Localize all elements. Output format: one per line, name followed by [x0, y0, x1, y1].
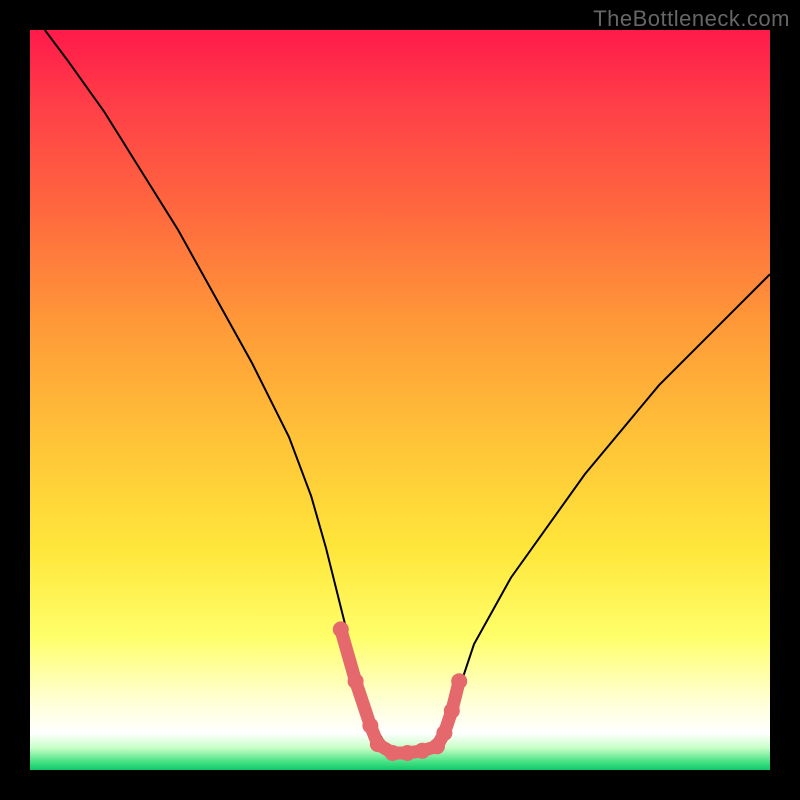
trough-marker-dot: [451, 673, 467, 689]
trough-marker-dot: [399, 745, 415, 761]
trough-marker-dot: [333, 621, 349, 637]
plot-area: [30, 30, 770, 770]
watermark-text: TheBottleneck.com: [593, 6, 790, 32]
trough-marker-dot: [414, 743, 430, 759]
main-curve-path: [45, 30, 770, 753]
trough-marker-dot: [362, 718, 378, 734]
bottleneck-curve: [30, 30, 770, 770]
trough-marker-dot: [370, 736, 386, 752]
trough-marker-dot: [444, 703, 460, 719]
trough-marker-dot: [385, 745, 401, 761]
chart-frame: TheBottleneck.com: [0, 0, 800, 800]
trough-marker-dot: [436, 725, 452, 741]
trough-marker-dot: [348, 673, 364, 689]
